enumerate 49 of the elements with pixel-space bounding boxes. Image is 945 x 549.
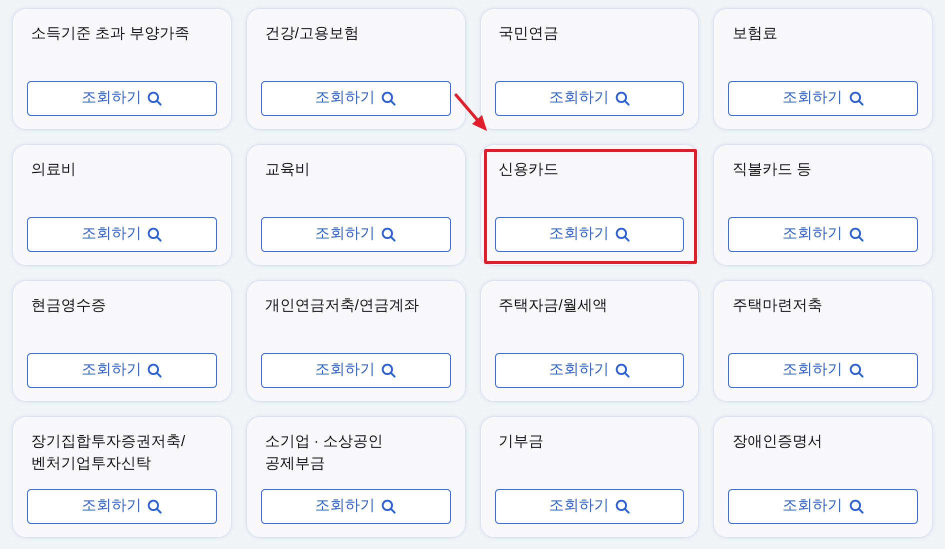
- search-button[interactable]: 조회하기: [260, 489, 450, 524]
- search-button[interactable]: 조회하기: [728, 217, 918, 252]
- search-button[interactable]: 조회하기: [27, 217, 217, 252]
- card-title: 기부금: [498, 432, 544, 452]
- search-icon: [848, 363, 864, 378]
- search-icon: [147, 363, 162, 378]
- card-title: 현금영수증: [30, 296, 107, 316]
- search-button[interactable]: 조회하기: [728, 353, 918, 388]
- search-icon: [848, 91, 864, 106]
- search-button[interactable]: 조회하기: [260, 353, 450, 388]
- card-title: 의료비: [30, 160, 77, 180]
- search-icon: [848, 227, 864, 242]
- card-title: 교육비: [264, 160, 311, 180]
- search-icon: [614, 227, 630, 242]
- search-icon: [381, 363, 396, 378]
- card-title: 장애인증명서: [731, 432, 824, 452]
- card-title: 신용카드: [498, 160, 560, 180]
- card-title: 장기집합투자증권저축/ 벤처기업투자신탁: [30, 432, 186, 474]
- card-title: 소기업 · 소상공인 공제부금: [264, 432, 384, 474]
- card-title: 국민연금: [498, 24, 560, 44]
- search-button[interactable]: 조회하기: [27, 353, 217, 388]
- search-icon: [381, 91, 396, 106]
- card-title: 건강/고용보험: [264, 24, 360, 44]
- search-icon: [614, 363, 630, 378]
- card-title: 주택자금/월세액: [498, 296, 609, 316]
- card-title: 개인연금저축/연금계좌: [264, 296, 420, 316]
- search-button[interactable]: 조회하기: [494, 353, 684, 388]
- search-button[interactable]: 조회하기: [260, 217, 450, 252]
- search-button[interactable]: 조회하기: [260, 81, 450, 116]
- search-button[interactable]: 조회하기: [494, 81, 684, 116]
- search-icon: [381, 499, 396, 514]
- search-icon: [147, 499, 162, 514]
- search-button[interactable]: 조회하기: [27, 81, 217, 116]
- search-button[interactable]: 조회하기: [494, 489, 684, 524]
- card-title: 보험료: [731, 24, 778, 44]
- search-icon: [147, 91, 162, 106]
- search-button[interactable]: 조회하기: [494, 217, 684, 252]
- search-icon: [614, 499, 630, 514]
- card-title: 주택마련저축: [731, 296, 824, 316]
- search-icon: [614, 91, 630, 106]
- card-title: 직불카드 등: [731, 160, 812, 180]
- pointer-arrow: [454, 93, 490, 133]
- search-button[interactable]: 조회하기: [728, 81, 918, 116]
- search-icon: [381, 227, 396, 242]
- search-button[interactable]: 조회하기: [728, 489, 918, 524]
- search-button[interactable]: 조회하기: [27, 489, 217, 524]
- search-icon: [848, 499, 864, 514]
- search-icon: [147, 227, 162, 242]
- card-title: 소득기준 초과 부양가족: [30, 24, 190, 44]
